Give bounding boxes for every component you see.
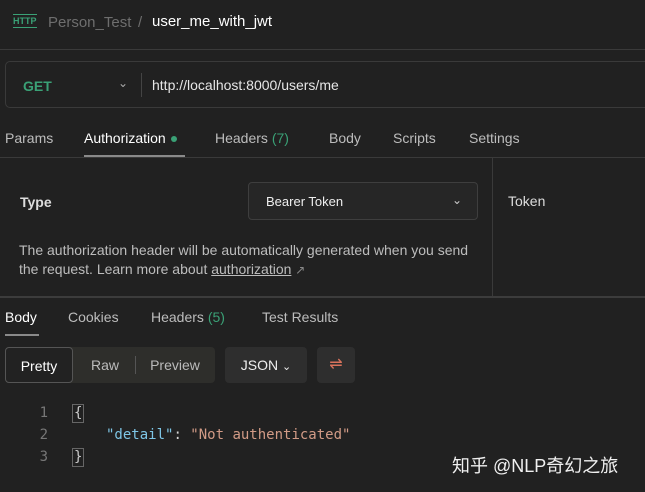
line-number: 2 [39, 427, 48, 443]
tab-headers[interactable]: Headers (7) [215, 130, 289, 146]
divider [0, 157, 645, 158]
tab-count: (7) [271, 130, 289, 146]
view-raw-button[interactable]: Raw [78, 347, 132, 383]
tab-authorization[interactable]: Authorization [84, 130, 177, 146]
watermark: 知乎 @NLP奇幻之旅 [452, 456, 619, 476]
breadcrumb-separator: / [138, 14, 143, 31]
divider [492, 157, 493, 296]
tab-label: Authorization [84, 130, 166, 146]
response-tab-test-results[interactable]: Test Results [262, 309, 338, 325]
tab-label: Test Results [262, 309, 339, 325]
auth-description: The authorization header will be automat… [19, 241, 489, 280]
wrap-lines-icon[interactable]: ⇌ [317, 347, 355, 383]
response-tab-body[interactable]: Body [5, 309, 37, 325]
method-select[interactable]: GET [23, 78, 52, 94]
format-select[interactable]: JSON ⌄ [225, 347, 307, 383]
json-close-brace: } [72, 448, 85, 467]
response-tab-cookies[interactable]: Cookies [68, 309, 119, 325]
json-key: "detail" [106, 427, 174, 443]
tab-scripts[interactable]: Scripts [393, 130, 436, 146]
json-value: "Not authenticated" [190, 427, 351, 443]
tab-label: Headers [215, 130, 268, 146]
json-colon: : [173, 427, 191, 443]
chevron-down-icon: ⌄ [452, 193, 463, 207]
authorization-link[interactable]: authorization [211, 261, 291, 277]
line-number: 3 [39, 449, 48, 465]
response-tab-headers[interactable]: Headers (5) [151, 309, 225, 325]
auth-type-label: Type [20, 194, 52, 210]
tab-params[interactable]: Params [5, 130, 53, 146]
active-tab-indicator [5, 334, 39, 336]
format-value: JSON [240, 357, 279, 373]
json-open-brace: { [72, 404, 85, 423]
tab-label: Settings [469, 130, 520, 146]
tab-label: Cookies [68, 309, 119, 325]
line-number: 1 [39, 405, 48, 421]
breadcrumb-collection[interactable]: Person_Test [48, 14, 131, 31]
tab-label: Scripts [393, 130, 436, 146]
pane-splitter[interactable] [0, 296, 645, 298]
token-label: Token [508, 193, 546, 209]
divider [141, 73, 142, 97]
request-name[interactable]: user_me_with_jwt [152, 13, 272, 30]
json-line: "detail": "Not authenticated" [106, 427, 350, 443]
auth-type-value: Bearer Token [266, 194, 344, 209]
url-input[interactable]: http://localhost:8000/users/me [152, 77, 339, 93]
tab-label: Body [5, 309, 37, 325]
external-link-icon: ↗ [295, 263, 306, 277]
tab-settings[interactable]: Settings [469, 130, 520, 146]
chevron-down-icon[interactable]: ⌄ [118, 76, 128, 90]
chevron-down-icon: ⌄ [282, 361, 292, 373]
http-icon: HTTP [13, 14, 37, 28]
view-pretty-button[interactable]: Pretty [5, 347, 73, 383]
tab-count: (5) [207, 309, 225, 325]
tab-body[interactable]: Body [329, 130, 361, 146]
tab-label: Params [5, 130, 54, 146]
tab-label: Headers [151, 309, 204, 325]
view-preview-button[interactable]: Preview [138, 347, 212, 383]
active-dot-icon [170, 136, 177, 143]
tab-label: Body [329, 130, 361, 146]
divider [135, 356, 136, 374]
